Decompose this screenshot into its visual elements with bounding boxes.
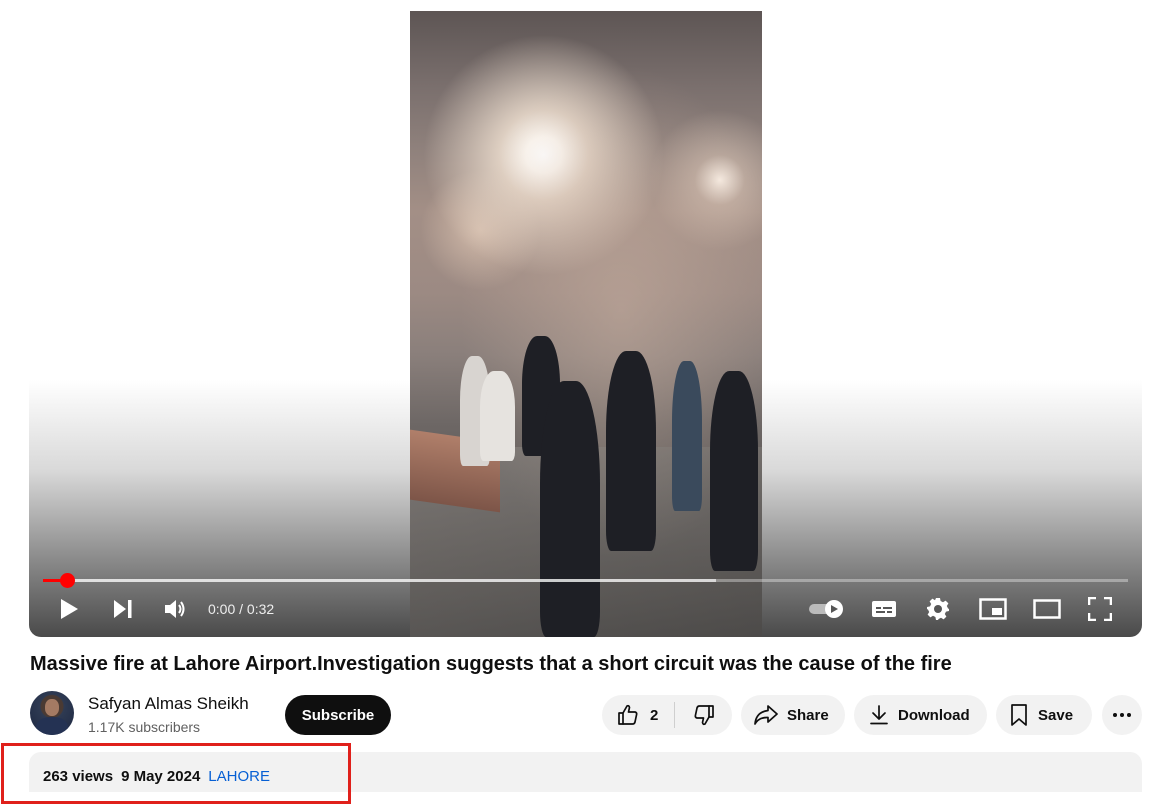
avatar-shirt [36,717,68,735]
progress-scrubber[interactable] [60,573,75,588]
avatar-face [45,699,59,716]
like-button[interactable]: 2 [602,695,674,735]
next-button[interactable] [109,594,137,624]
subtitles-button[interactable] [869,594,899,624]
autoplay-toggle[interactable] [807,594,847,624]
more-actions-button[interactable] [1102,695,1142,735]
progress-bar[interactable] [43,579,1128,582]
like-dislike-group: 2 [602,695,732,735]
share-icon [754,705,778,725]
share-button[interactable]: Share [741,695,845,735]
video-player[interactable]: 0:00 / 0:32 [29,0,1142,637]
volume-icon [165,600,185,618]
like-count: 2 [650,706,659,724]
fullscreen-icon [1088,597,1112,621]
play-button[interactable] [55,594,83,624]
miniplayer-icon [979,598,1007,620]
save-label: Save [1038,706,1074,724]
person-silhouette [480,371,515,461]
subtitles-icon [872,601,896,617]
play-icon [61,599,78,619]
more-horizontal-icon [1113,713,1131,717]
volume-button[interactable] [160,594,190,624]
miniplayer-button[interactable] [977,594,1009,624]
person-silhouette [540,381,600,637]
download-label: Download [898,706,970,724]
fullscreen-button[interactable] [1085,594,1115,624]
channel-name[interactable]: Safyan Almas Sheikh [88,694,249,714]
video-frame[interactable] [410,11,762,637]
thumbs-down-icon [693,705,714,726]
thumbs-up-icon [618,704,638,725]
person-silhouette [606,351,656,551]
share-label: Share [787,706,829,724]
settings-button[interactable] [923,594,953,624]
theater-mode-icon [1033,599,1061,619]
bookmark-icon [1011,704,1027,726]
theater-mode-button[interactable] [1031,594,1063,624]
time-display: 0:00 / 0:32 [208,601,275,617]
subscribe-button[interactable]: Subscribe [285,695,391,735]
next-icon [114,600,132,618]
dislike-button[interactable] [675,695,732,735]
download-icon [870,705,888,725]
save-button[interactable]: Save [996,695,1092,735]
settings-icon [927,598,949,620]
channel-avatar[interactable] [30,691,74,735]
autoplay-toggle-icon [809,600,843,618]
person-silhouette [710,371,758,571]
subscriber-count: 1.17K subscribers [88,719,201,735]
video-title: Massive fire at Lahore Airport.Investiga… [30,653,952,675]
download-button[interactable]: Download [854,695,987,735]
person-silhouette [672,361,702,511]
progress-buffered [43,579,716,582]
annotation-highlight-box [1,743,351,804]
